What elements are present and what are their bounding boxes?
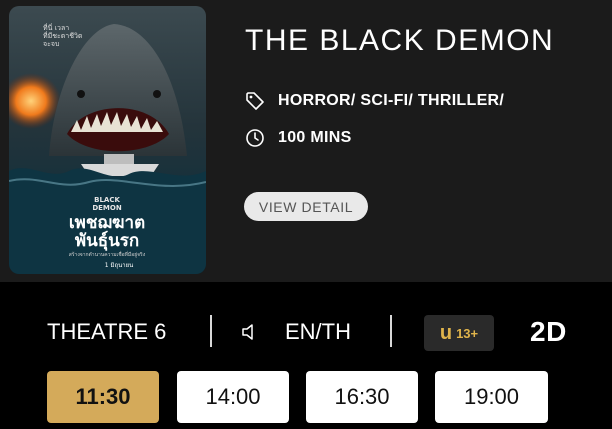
poster-logo-line1: BLACK [94, 196, 120, 204]
showing-info-bar: THEATRE 6 EN/TH u 13+ 2D [0, 312, 612, 352]
duration-row: 100 MINS [244, 126, 352, 150]
view-detail-button[interactable]: VIEW DETAIL [244, 192, 368, 221]
poster-logo-line2: DEMON [92, 204, 122, 212]
genre-text: HORROR/ SCI-FI/ THRILLER/ [278, 92, 505, 109]
divider [390, 315, 392, 347]
age-rating-badge: u 13+ [424, 315, 494, 351]
movie-title: THE BLACK DEMON [245, 24, 555, 57]
showtime-button[interactable]: 16:30 [306, 371, 418, 423]
poster-tagline: สร้างจากตำนานความเชื่อที่มีอยู่จริง [69, 251, 146, 258]
poster-artwork: ที่นี่ เวลาที่มีชะตาชีวิตจะจบ BLACK DEMO… [9, 6, 206, 274]
movie-info-panel: ที่นี่ เวลาที่มีชะตาชีวิตจะจบ BLACK DEMO… [0, 0, 612, 282]
duration-text: 100 MINS [278, 129, 352, 146]
showtime-button[interactable]: 14:00 [177, 371, 289, 423]
showtime-list: 11:30 14:00 16:30 19:00 [0, 371, 612, 423]
showtime-button[interactable]: 11:30 [47, 371, 159, 423]
clock-icon [244, 127, 266, 149]
genre-row: HORROR/ SCI-FI/ THRILLER/ [244, 89, 504, 113]
format-label: 2D [530, 316, 567, 347]
poster-footer: 1 มิถุนายน [105, 262, 133, 269]
poster-thai-title-line1: เพชฌฆาต [69, 213, 145, 233]
tag-icon [244, 90, 266, 112]
rating-letter: u [439, 321, 453, 344]
rating-age: 13+ [456, 325, 479, 341]
speaker-icon [240, 322, 260, 342]
divider [210, 315, 212, 347]
theatre-label: THEATRE 6 [47, 319, 167, 344]
language-label: EN/TH [285, 319, 351, 344]
poster-thai-title-line2: พันธุ์นรก [75, 230, 139, 251]
showtime-button[interactable]: 19:00 [435, 371, 548, 423]
movie-poster[interactable]: ที่นี่ เวลาที่มีชะตาชีวิตจะจบ BLACK DEMO… [9, 6, 206, 274]
